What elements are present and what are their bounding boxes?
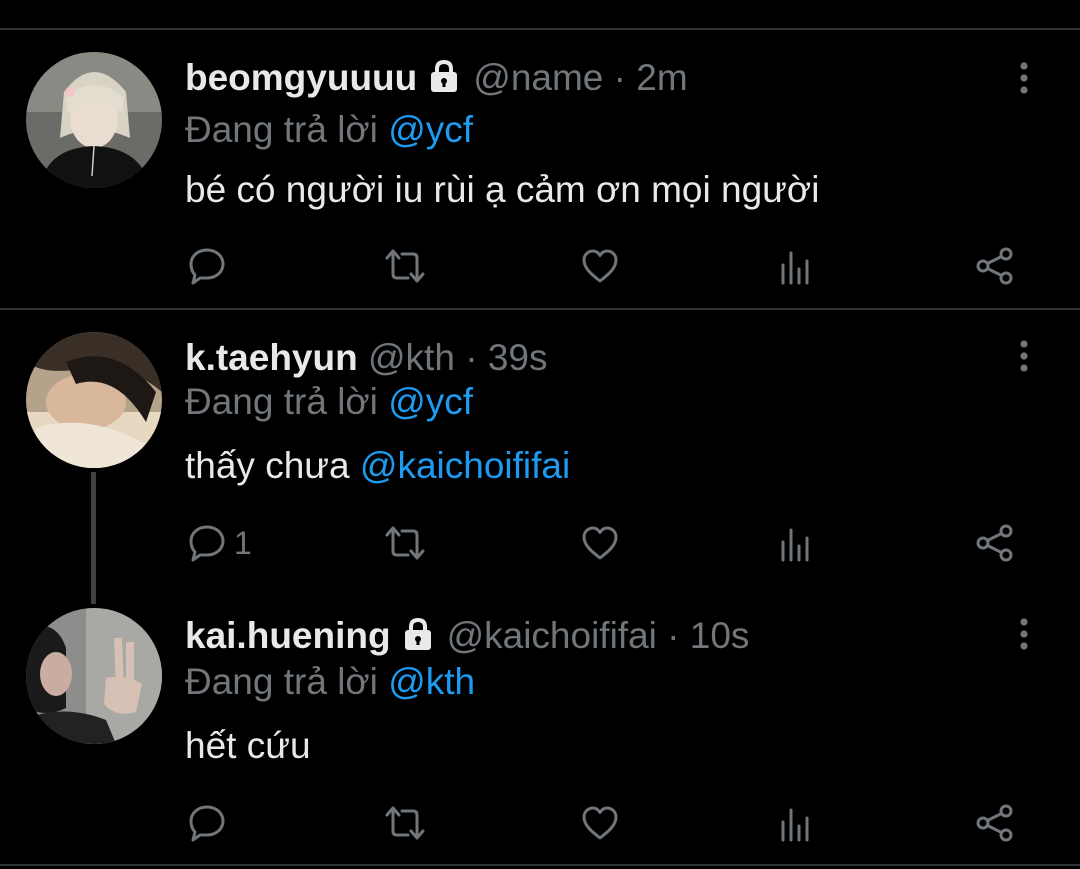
timestamp[interactable]: 10s [690,615,750,656]
reply-icon[interactable] [188,0,224,10]
share-button[interactable] [975,801,1015,845]
like-button[interactable] [581,244,619,288]
tweet-card-k.taehyun[interactable]: k.taehyun @kth · 39s Đang trả lời @ycf t… [0,310,1080,586]
retweet-icon [385,249,425,283]
views-button[interactable] [778,801,816,845]
replying-to-mention[interactable]: @ycf [388,381,473,422]
retweet-button[interactable] [384,801,426,845]
tweet-actions: 1 [0,521,1080,565]
tweet-divider [0,864,1080,866]
tweet-text: bé có người iu rùi ạ cảm ơn mọi người [185,168,819,212]
separator: · [603,57,637,98]
avatar[interactable] [26,608,162,744]
reply-icon [189,805,225,842]
views-button[interactable] [778,521,816,565]
share-icon [976,524,1013,562]
reply-icon [189,525,225,562]
avatar[interactable] [26,332,162,468]
share-icon[interactable] [976,0,1012,10]
tweet-text-body: bé có người iu rùi ạ cảm ơn mọi người [185,169,820,210]
retweet-icon [385,806,425,840]
handle[interactable]: @kth [368,337,455,378]
avatar[interactable] [26,52,162,188]
reply-count: 1 [234,524,252,561]
more-vertical-icon[interactable] [1010,616,1038,656]
views-icon [781,528,809,562]
replying-to-label: Đang trả lời [185,661,389,702]
replying-to: Đang trả lời @ycf [185,380,473,424]
timestamp[interactable]: 39s [488,337,548,378]
more-vertical-icon[interactable] [1010,338,1038,378]
tweet-card-beomgyuuuu[interactable]: beomgyuuuu @name · 2m Đang trả lời @ycf b… [0,30,1080,308]
reply-button[interactable] [188,801,234,845]
tweet-text-mention[interactable]: @kaichoififai [360,445,570,486]
retweet-icon [385,526,425,560]
tweet-text: thấy chưa @kaichoififai [185,444,570,488]
heart-icon [582,806,618,840]
replying-to: Đang trả lời @ycf [185,108,473,152]
replying-to-label: Đang trả lời [185,381,389,422]
separator: · [656,615,690,656]
views-icon[interactable] [778,0,814,10]
retweet-button[interactable] [384,244,426,288]
views-button[interactable] [778,244,816,288]
replying-to-mention[interactable]: @ycf [388,109,473,150]
replying-to-label: Đang trả lời [185,109,389,150]
views-icon [781,808,809,842]
retweet-icon[interactable] [384,0,420,10]
handle[interactable]: @name [473,57,603,98]
views-icon [781,251,809,285]
more-vertical-icon[interactable] [1010,60,1038,100]
tweet-actions [0,244,1080,288]
tweet-header: k.taehyun @kth · 39s [185,336,547,380]
timestamp[interactable]: 2m [636,57,687,98]
reply-button[interactable] [188,244,234,288]
share-icon [976,247,1013,285]
heart-icon[interactable] [582,0,618,10]
replying-to: Đang trả lời @kth [185,660,475,704]
share-button[interactable] [975,244,1015,288]
retweet-button[interactable] [384,521,426,565]
tweet-header: kai.huening @kaichoififai · 10s [185,614,749,661]
tweet-text: hết cứu [185,724,311,768]
like-button[interactable] [581,801,619,845]
share-button[interactable] [975,521,1015,565]
reply-icon [189,248,225,285]
lock-icon [401,617,435,661]
tweet-text-body: hết cứu [185,725,311,766]
lock-icon [427,59,461,103]
tweet-text-body: thấy chưa [185,445,360,486]
display-name[interactable]: kai.huening [185,615,391,656]
like-button[interactable] [581,521,619,565]
replying-to-mention[interactable]: @kth [388,661,475,702]
heart-icon [582,526,618,560]
display-name[interactable]: beomgyuuuu [185,57,417,98]
separator: · [454,337,488,378]
reply-button[interactable]: 1 [188,521,252,565]
share-icon [976,804,1013,842]
tweet-card-kai.huening[interactable]: kai.huening @kaichoififai · 10s Đang trả … [0,586,1080,864]
display-name[interactable]: k.taehyun [185,337,358,378]
previous-tweet-actions [0,0,1080,10]
tweet-actions [0,801,1080,845]
heart-icon [582,249,618,283]
tweet-header: beomgyuuuu @name · 2m [185,56,688,103]
handle[interactable]: @kaichoififai [447,615,657,656]
